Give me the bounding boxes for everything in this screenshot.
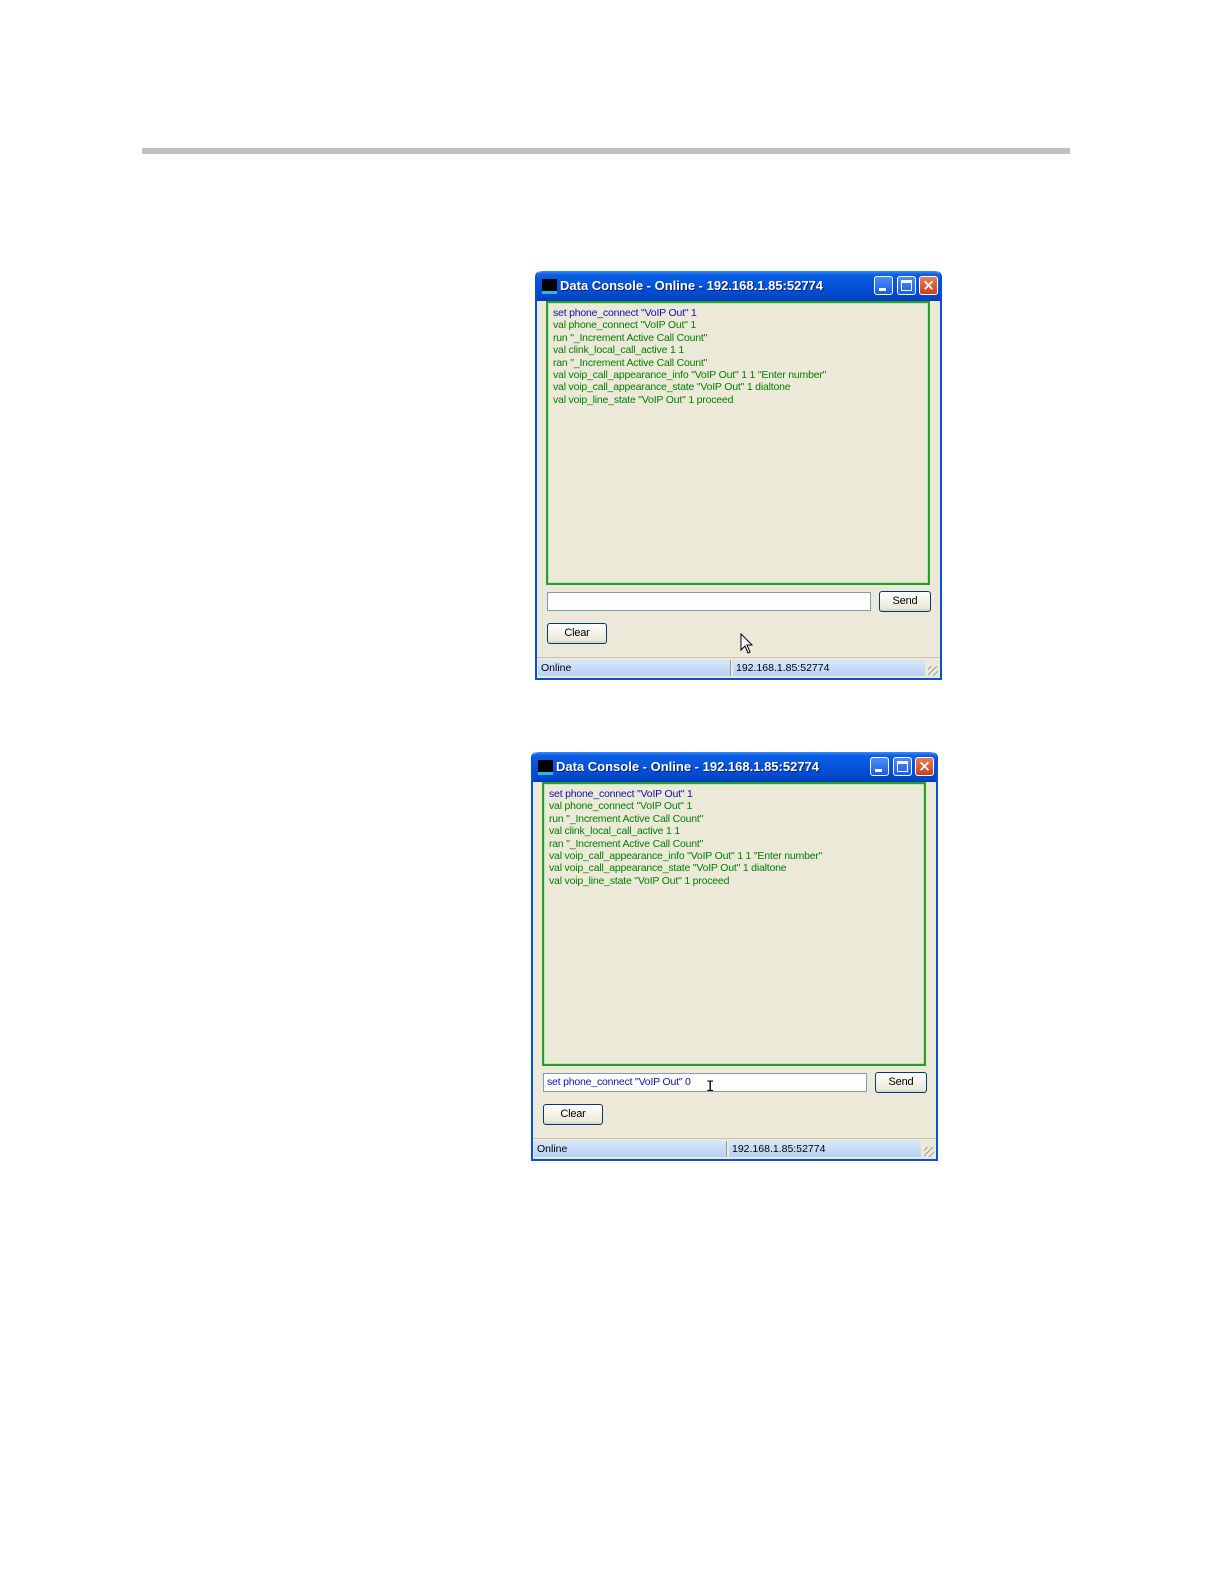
- console-app-icon: [538, 760, 553, 775]
- status-bar: Online 192.168.1.85:52774: [533, 1138, 936, 1159]
- title-bar[interactable]: Data Console - Online - 192.168.1.85:527…: [533, 752, 936, 782]
- window-title: Data Console - Online - 192.168.1.85:527…: [560, 278, 824, 293]
- console-log[interactable]: set phone_connect "VoIP Out" 1 val phone_…: [546, 301, 930, 585]
- window-title: Data Console - Online - 192.168.1.85:527…: [556, 759, 820, 774]
- close-icon: ×: [918, 757, 931, 775]
- send-button[interactable]: Send: [879, 591, 931, 612]
- text-cursor-icon: I: [706, 1079, 715, 1095]
- log-line: run "_Increment Active Call Count": [549, 812, 704, 825]
- status-address: 192.168.1.85:52774: [733, 660, 925, 676]
- mouse-pointer-icon: [740, 633, 754, 654]
- log-line: val voip_call_appearance_state "VoIP Out…: [553, 381, 791, 394]
- status-address: 192.168.1.85:52774: [729, 1141, 921, 1157]
- clear-button[interactable]: Clear: [547, 623, 607, 644]
- maximize-button[interactable]: [897, 276, 916, 295]
- data-console-window-1: Data Console - Online - 192.168.1.85:527…: [535, 271, 942, 680]
- log-line: val phone_connect "VoIP Out" 1: [553, 319, 697, 332]
- status-bar: Online 192.168.1.85:52774: [537, 657, 940, 678]
- log-line: val voip_line_state "VoIP Out" 1 proceed: [553, 393, 734, 406]
- send-button[interactable]: Send: [875, 1072, 927, 1093]
- maximize-icon: [897, 761, 908, 772]
- log-line: set phone_connect "VoIP Out" 1: [553, 307, 697, 319]
- maximize-icon: [901, 280, 912, 291]
- resize-grip-icon[interactable]: [924, 1147, 934, 1157]
- log-line: val voip_call_appearance_state "VoIP Out…: [549, 862, 787, 875]
- title-bar[interactable]: Data Console - Online - 192.168.1.85:527…: [537, 271, 940, 301]
- console-log[interactable]: set phone_connect "VoIP Out" 1 val phone_…: [542, 782, 926, 1066]
- maximize-button[interactable]: [893, 757, 912, 776]
- command-input[interactable]: set phone_connect "VoIP Out" 0: [543, 1073, 867, 1092]
- log-line: ran "_Increment Active Call Count": [553, 356, 708, 369]
- close-button[interactable]: ×: [915, 757, 934, 776]
- close-icon: ×: [922, 276, 935, 294]
- data-console-window-2: Data Console - Online - 192.168.1.85:527…: [531, 752, 938, 1161]
- log-line: val clink_local_call_active 1 1: [549, 825, 680, 838]
- minimize-icon: [879, 288, 886, 291]
- close-button[interactable]: ×: [919, 276, 938, 295]
- log-line: ran "_Increment Active Call Count": [549, 837, 704, 850]
- log-line: val voip_call_appearance_info "VoIP Out"…: [553, 369, 827, 382]
- log-line: set phone_connect "VoIP Out" 1: [549, 788, 693, 800]
- status-connection-state: Online: [534, 1141, 727, 1157]
- log-line: val voip_line_state "VoIP Out" 1 proceed: [549, 874, 730, 887]
- status-connection-state: Online: [538, 660, 731, 676]
- log-line: run "_Increment Active Call Count": [553, 331, 708, 344]
- log-line: val voip_call_appearance_info "VoIP Out"…: [549, 850, 823, 863]
- page-header-rule: [142, 148, 1070, 154]
- console-app-icon: [542, 279, 557, 294]
- command-input[interactable]: [547, 592, 871, 611]
- clear-button[interactable]: Clear: [543, 1104, 603, 1125]
- log-line: val phone_connect "VoIP Out" 1: [549, 800, 693, 813]
- minimize-button[interactable]: [870, 757, 889, 776]
- minimize-icon: [875, 769, 882, 772]
- log-line: val clink_local_call_active 1 1: [553, 344, 684, 357]
- resize-grip-icon[interactable]: [928, 666, 938, 676]
- minimize-button[interactable]: [874, 276, 893, 295]
